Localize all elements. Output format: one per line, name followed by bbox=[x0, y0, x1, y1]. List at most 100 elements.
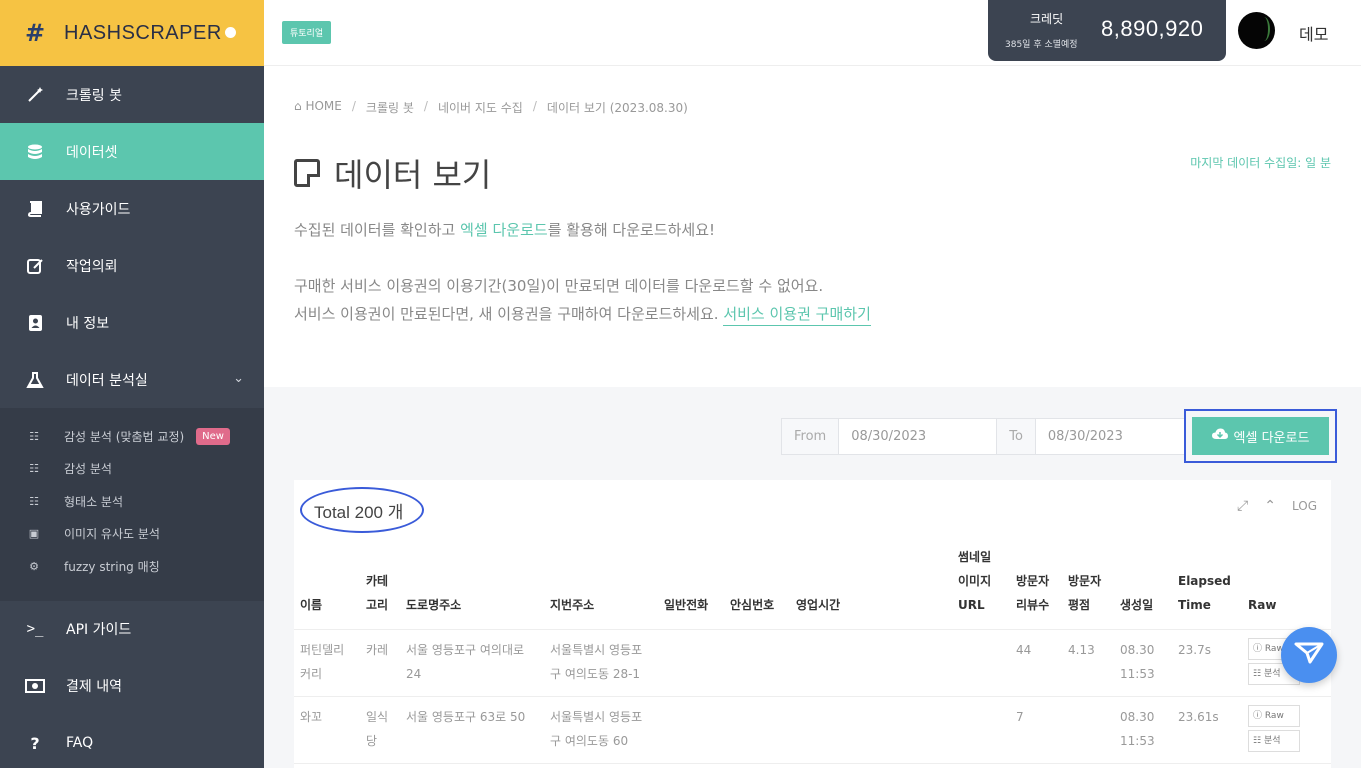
cell-elapsed: 23.7s bbox=[1172, 629, 1242, 697]
data-table-card: Total 200 개 ⤢ ⌃ LOG 이름 카테 고리 도로명주소 지번주소 일… bbox=[294, 480, 1331, 768]
col-phone[interactable]: 일반전화 bbox=[658, 537, 724, 630]
collapse-icon[interactable]: ⌃ bbox=[1264, 498, 1276, 514]
col-thumbnail-url[interactable]: 썸네일 이미지 URL bbox=[952, 537, 1010, 630]
submenu-item-morpheme[interactable]: ☷ 형태소 분석 bbox=[0, 485, 264, 518]
submenu-item-label: fuzzy string 매칭 bbox=[64, 559, 160, 574]
table-row[interactable]: 퍼틴델리 커리 카레 서울 영등포구 여의대로 24 서울특별시 영등포 구 여의도동… bbox=[294, 629, 1331, 697]
card-tools: ⤢ ⌃ LOG bbox=[1237, 498, 1317, 514]
cell-road-address: 서울 영등포구 여의대로 24 bbox=[400, 629, 544, 697]
credit-expiry: 385일 후 소멸예정 bbox=[1005, 40, 1078, 50]
image-icon: ▣ bbox=[28, 527, 40, 541]
breadcrumb: ⌂ HOME / 크롤링 봇 / 네이버 지도 수집 / 데이터 보기 (202… bbox=[294, 99, 688, 116]
credit-panel: 크레딧 385일 후 소멸예정 8,890,920 bbox=[988, 0, 1226, 61]
cell-phone bbox=[658, 629, 724, 697]
breadcrumb-separator: / bbox=[423, 99, 428, 113]
page-header: ⌂ HOME / 크롤링 봇 / 네이버 지도 수집 / 데이터 보기 (202… bbox=[264, 66, 1361, 387]
chevron-down-icon[interactable]: ⌄ bbox=[233, 371, 244, 386]
analysis-button[interactable]: ☷ 분석 bbox=[1248, 730, 1300, 752]
sidebar-item-payment-history[interactable]: 결제 내역 bbox=[0, 658, 264, 715]
cell-reviews: 7 bbox=[1010, 696, 1062, 764]
sidebar-item-label: 결제 내역 bbox=[66, 679, 122, 695]
document-icon: ☷ bbox=[29, 462, 39, 476]
sidebar-item-label: FAQ bbox=[66, 735, 94, 751]
col-reviews[interactable]: 방문자 리뷰수 bbox=[1010, 537, 1062, 630]
submenu-item-sentiment-spell[interactable]: ☷ 감성 분석 (맞춤법 교정) New bbox=[0, 420, 264, 453]
from-date-input[interactable]: 08/30/2023 bbox=[839, 418, 998, 455]
breadcrumb-crawling-bot[interactable]: 크롤링 봇 bbox=[366, 99, 414, 116]
to-date-input[interactable]: 08/30/2023 bbox=[1035, 418, 1186, 455]
cell-raw: ⓘ Raw ☷ 분석 bbox=[1242, 696, 1331, 764]
breadcrumb-naver-map[interactable]: 네이버 지도 수집 bbox=[438, 99, 523, 116]
cell-hours bbox=[790, 629, 952, 697]
description-line-2: 구매한 서비스 이용권의 이용기간(30일)이 만료되면 데이터를 다운로드할 … bbox=[294, 277, 824, 295]
edit-icon bbox=[24, 255, 46, 277]
document-icon: ☷ bbox=[29, 494, 39, 508]
table-header-row: 이름 카테 고리 도로명주소 지번주소 일반전화 안심번호 영업시간 썸네일 이미지… bbox=[294, 537, 1331, 630]
submenu-item-label: 이미지 유사도 분석 bbox=[64, 527, 160, 542]
cell-rating: 4.13 bbox=[1062, 629, 1114, 697]
cloud-download-icon bbox=[1211, 428, 1228, 444]
breadcrumb-separator: / bbox=[351, 99, 356, 113]
excel-download-link[interactable]: 엑셀 다운로드 bbox=[460, 221, 548, 239]
question-icon: ? bbox=[30, 733, 40, 753]
user-name[interactable]: 데모 bbox=[1299, 21, 1328, 45]
excel-download-button[interactable]: 엑셀 다운로드 bbox=[1192, 417, 1329, 455]
submenu-item-sentiment[interactable]: ☷ 감성 분석 bbox=[0, 453, 264, 486]
col-elapsed[interactable]: Elapsed Time bbox=[1172, 537, 1242, 630]
sidebar-item-label: 크롤링 봇 bbox=[66, 87, 122, 104]
col-raw[interactable]: Raw bbox=[1242, 537, 1331, 630]
cell-phone bbox=[658, 696, 724, 764]
sidebar-item-label: 내 정보 bbox=[66, 315, 110, 332]
magic-wand-icon bbox=[24, 84, 46, 106]
col-road-address[interactable]: 도로명주소 bbox=[400, 537, 544, 630]
sidebar-item-label: 작업의뢰 bbox=[66, 258, 118, 275]
data-table: 이름 카테 고리 도로명주소 지번주소 일반전화 안심번호 영업시간 썸네일 이미지… bbox=[294, 537, 1331, 764]
sidebar-item-dataset[interactable]: 데이터셋 bbox=[0, 123, 264, 180]
hashscraper-logo-icon: # bbox=[24, 19, 46, 47]
submenu-item-fuzzy-string[interactable]: ⚙ fuzzy string 매칭 bbox=[0, 550, 264, 583]
description-line-1: 수집된 데이터를 확인하고 엑셀 다운로드를 활용해 다운로드하세요! bbox=[294, 221, 716, 239]
raw-button[interactable]: ⓘ Raw bbox=[1248, 705, 1300, 727]
database-icon bbox=[24, 141, 46, 163]
sidebar-item-label: 사용가이드 bbox=[66, 201, 131, 218]
from-label: From bbox=[781, 418, 840, 455]
sidebar-item-work-request[interactable]: 작업의뢰 bbox=[0, 237, 264, 294]
log-button[interactable]: LOG bbox=[1292, 499, 1317, 513]
cell-road-address: 서울 영등포구 63로 50 bbox=[400, 696, 544, 764]
col-rating[interactable]: 방문자 평점 bbox=[1062, 537, 1114, 630]
credit-value: 8,890,920 bbox=[1101, 16, 1204, 41]
total-count: Total 200 개 bbox=[314, 503, 404, 522]
cell-thumbnail bbox=[952, 696, 1010, 764]
table-row[interactable]: 와꼬 일식 당 서울 영등포구 63로 50 서울특별시 영등포 구 여의도동 60… bbox=[294, 696, 1331, 764]
buy-service-pass-link[interactable]: 서비스 이용권 구매하기 bbox=[723, 305, 871, 326]
col-safe-number[interactable]: 안심번호 bbox=[724, 537, 790, 630]
expand-icon[interactable]: ⤢ bbox=[1237, 498, 1248, 514]
avatar[interactable] bbox=[1238, 12, 1275, 49]
tutorial-button[interactable]: 튜토리얼 bbox=[282, 21, 332, 44]
sidebar-item-my-info[interactable]: 내 정보 bbox=[0, 294, 264, 351]
cell-category: 일식 당 bbox=[360, 696, 400, 764]
note-icon bbox=[294, 159, 320, 187]
cell-category: 카레 bbox=[360, 629, 400, 697]
chat-fab-button[interactable] bbox=[1281, 627, 1337, 683]
col-lot-address[interactable]: 지번주소 bbox=[544, 537, 658, 630]
gears-icon: ⚙ bbox=[29, 559, 39, 573]
sidebar-item-data-lab[interactable]: 데이터 분석실 ⌄ bbox=[0, 351, 264, 408]
brand-header[interactable]: # HASHSCRAPER bbox=[0, 0, 264, 66]
sidebar-item-faq[interactable]: ? FAQ bbox=[0, 715, 264, 768]
breadcrumb-home[interactable]: ⌂ HOME bbox=[294, 99, 342, 116]
col-hours[interactable]: 영업시간 bbox=[790, 537, 952, 630]
col-name[interactable]: 이름 bbox=[294, 537, 360, 630]
col-created[interactable]: 생성일 bbox=[1114, 537, 1172, 630]
breadcrumb-current: 데이터 보기 (2023.08.30) bbox=[546, 101, 688, 115]
new-badge: New bbox=[196, 427, 230, 445]
submenu-item-image-similarity[interactable]: ▣ 이미지 유사도 분석 bbox=[0, 518, 264, 551]
sidebar-item-api-guide[interactable]: >_ API 가이드 bbox=[0, 601, 264, 658]
cell-lot-address: 서울특별시 영등포 구 여의도동 60 bbox=[544, 696, 658, 764]
sidebar-item-user-guide[interactable]: 사용가이드 bbox=[0, 180, 264, 237]
cell-thumbnail bbox=[952, 629, 1010, 697]
sidebar-item-crawling-bot[interactable]: 크롤링 봇 bbox=[0, 66, 264, 123]
data-lab-submenu: ☷ 감성 분석 (맞춤법 교정) New ☷ 감성 분석 ☷ 형태소 분석 ▣ … bbox=[0, 408, 264, 601]
flask-icon bbox=[24, 369, 46, 391]
col-category[interactable]: 카테 고리 bbox=[360, 537, 400, 630]
